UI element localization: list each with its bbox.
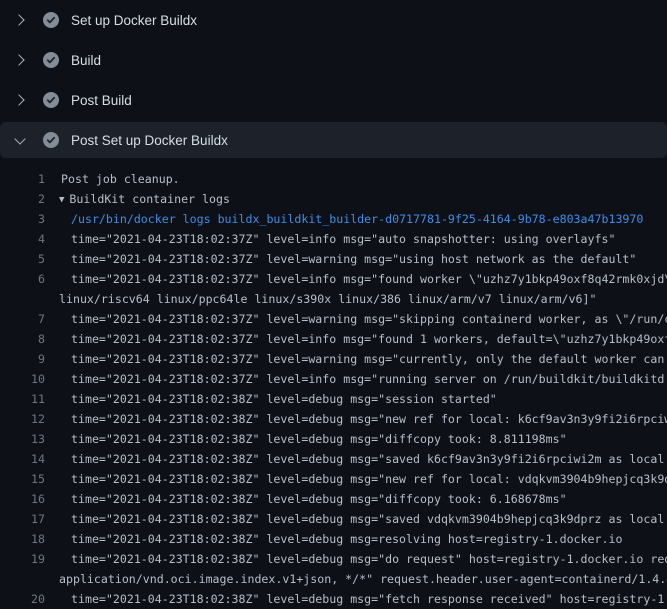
log-text: Post job cleanup. [45,169,667,189]
log-text: time="2021-04-23T18:02:38Z" level=debug … [45,469,667,489]
chevron-down-icon [12,132,28,148]
step-label: Post Build [71,93,132,108]
log-line: 12time="2021-04-23T18:02:38Z" level=debu… [0,409,667,429]
line-number[interactable]: 19 [0,549,45,569]
log-text: time="2021-04-23T18:02:37Z" level=info m… [45,369,667,389]
log-text: time="2021-04-23T18:02:38Z" level=debug … [45,509,667,529]
log-line: 4time="2021-04-23T18:02:37Z" level=info … [0,229,667,249]
log-line: 6time="2021-04-23T18:02:37Z" level=info … [0,269,667,289]
line-number[interactable]: 8 [0,329,45,349]
log-line: linux/riscv64 linux/ppc64le linux/s390x … [0,289,667,309]
line-number[interactable]: 4 [0,229,45,249]
line-number[interactable]: 10 [0,369,45,389]
log-line: 8time="2021-04-23T18:02:37Z" level=info … [0,329,667,349]
chevron-right-icon [12,52,28,68]
log-text: time="2021-04-23T18:02:38Z" level=debug … [45,489,667,509]
log-text: time="2021-04-23T18:02:38Z" level=debug … [45,529,667,549]
log-text: time="2021-04-23T18:02:37Z" level=info m… [45,229,667,249]
log-line: 20time="2021-04-23T18:02:38Z" level=debu… [0,589,667,609]
line-number[interactable]: 3 [0,209,45,229]
log-line: 1Post job cleanup. [0,169,667,189]
step-label: Set up Docker Buildx [71,13,197,28]
log-line: 5time="2021-04-23T18:02:37Z" level=warni… [0,249,667,269]
log-text: time="2021-04-23T18:02:38Z" level=debug … [45,549,667,569]
line-number[interactable]: 11 [0,389,45,409]
chevron-right-icon [12,12,28,28]
log-text: linux/riscv64 linux/ppc64le linux/s390x … [45,289,667,309]
log-text: time="2021-04-23T18:02:37Z" level=info m… [45,329,667,349]
step-header-post-setup-docker-buildx[interactable]: Post Set up Docker Buildx [0,122,667,158]
step-header-post-build[interactable]: Post Build [0,80,667,120]
log-line: 19time="2021-04-23T18:02:38Z" level=debu… [0,549,667,569]
line-number[interactable]: 20 [0,589,45,609]
log-line: 18time="2021-04-23T18:02:38Z" level=debu… [0,529,667,549]
line-number[interactable]: 13 [0,429,45,449]
line-number [0,289,45,309]
line-number[interactable]: 18 [0,529,45,549]
check-circle-icon [43,12,59,28]
log-text: time="2021-04-23T18:02:38Z" level=debug … [45,409,667,429]
log-line: 11time="2021-04-23T18:02:38Z" level=debu… [0,389,667,409]
line-number[interactable]: 9 [0,349,45,369]
log-line: 7time="2021-04-23T18:02:37Z" level=warni… [0,309,667,329]
check-circle-icon [43,52,59,68]
log-text: time="2021-04-23T18:02:38Z" level=debug … [45,389,667,409]
group-expand-triangle-icon: ▼ [59,190,64,209]
log-line: application/vnd.oci.image.index.v1+json,… [0,569,667,589]
line-number[interactable]: 15 [0,469,45,489]
log-line: 9time="2021-04-23T18:02:37Z" level=warni… [0,349,667,369]
log-text: time="2021-04-23T18:02:38Z" level=debug … [45,429,667,449]
log-text: time="2021-04-23T18:02:37Z" level=warnin… [45,349,667,369]
line-number[interactable]: 16 [0,489,45,509]
line-number[interactable]: 6 [0,269,45,289]
log-line: 17time="2021-04-23T18:02:38Z" level=debu… [0,509,667,529]
check-circle-icon [43,92,59,108]
step-list: Set up Docker Buildx Build Post Build Po… [0,0,667,158]
log-line: 13time="2021-04-23T18:02:38Z" level=debu… [0,429,667,449]
line-number[interactable]: 14 [0,449,45,469]
log-viewer: 1Post job cleanup.2▼BuildKit container l… [0,160,667,609]
line-number[interactable]: 2 [0,189,45,209]
line-number[interactable]: 1 [0,169,45,189]
log-line: 2▼BuildKit container logs [0,189,667,209]
log-line: 15time="2021-04-23T18:02:38Z" level=debu… [0,469,667,489]
chevron-right-icon [12,92,28,108]
log-text: time="2021-04-23T18:02:38Z" level=debug … [45,589,667,609]
line-number[interactable]: 7 [0,309,45,329]
line-number[interactable]: 5 [0,249,45,269]
step-header-setup-docker-buildx[interactable]: Set up Docker Buildx [0,0,667,40]
log-text: time="2021-04-23T18:02:38Z" level=debug … [45,449,667,469]
step-label: Build [71,53,101,68]
log-text: time="2021-04-23T18:02:37Z" level=warnin… [45,249,667,269]
log-line: 14time="2021-04-23T18:02:38Z" level=debu… [0,449,667,469]
log-line: 10time="2021-04-23T18:02:37Z" level=info… [0,369,667,389]
log-command-text: /usr/bin/docker logs buildx_buildkit_bui… [45,209,667,229]
log-group-toggle[interactable]: ▼BuildKit container logs [45,189,667,209]
log-line: 16time="2021-04-23T18:02:38Z" level=debu… [0,489,667,509]
log-line: 3/usr/bin/docker logs buildx_buildkit_bu… [0,209,667,229]
step-label: Post Set up Docker Buildx [71,133,228,148]
step-header-build[interactable]: Build [0,40,667,80]
line-number [0,569,45,589]
log-text: application/vnd.oci.image.index.v1+json,… [45,569,667,589]
log-text: time="2021-04-23T18:02:37Z" level=warnin… [45,309,667,329]
check-circle-icon [43,132,59,148]
log-text: time="2021-04-23T18:02:37Z" level=info m… [45,269,667,289]
line-number[interactable]: 17 [0,509,45,529]
line-number[interactable]: 12 [0,409,45,429]
